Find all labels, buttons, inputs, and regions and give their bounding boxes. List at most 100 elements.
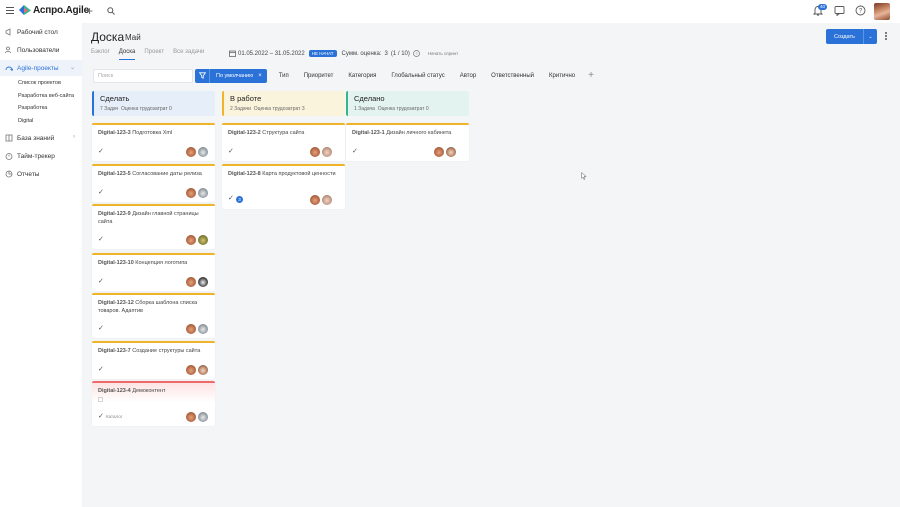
column-header: Сделано 1 Задача Оценка трудозатрат 0 — [346, 91, 469, 116]
avatar — [186, 235, 196, 245]
check-icon: ✓ — [352, 148, 358, 155]
sidebar-subitem-website[interactable]: Разработка веб-сайта — [18, 93, 74, 99]
add-filter-icon[interactable]: + — [588, 70, 594, 81]
task-card[interactable]: Digital-123-2 Структура сайта ✓ — [222, 123, 345, 161]
task-title: Согласование даты релиза — [132, 171, 202, 177]
check-icon: ✓ — [98, 413, 104, 420]
column-header: В работе 2 Задачи Оценка трудозатрат 3 — [222, 91, 345, 116]
filter-critical[interactable]: Критично — [546, 73, 578, 79]
column-meta: 1 Задача Оценка трудозатрат 0 — [354, 106, 469, 112]
close-icon[interactable]: × — [258, 73, 262, 79]
tab-backlog[interactable]: Бэклог — [91, 49, 110, 60]
filter-assignee[interactable]: Ответственный — [488, 73, 537, 79]
column-meta: 7 Задач Оценка трудозатрат 0 — [100, 106, 215, 112]
filter-global-status[interactable]: Глобальный статус — [388, 73, 447, 79]
task-key: Digital-123-2 — [228, 130, 261, 136]
sidebar-item-timetracker[interactable]: Тайм-трекер — [0, 148, 82, 164]
task-card[interactable]: Digital-123-8 Карта продуктовой ценности… — [222, 164, 345, 209]
sidebar-item-label: Отчеты — [17, 170, 40, 178]
avatar — [186, 277, 196, 287]
sidebar-subitem-development[interactable]: Разработка — [18, 105, 47, 111]
sidebar-subitem-projects[interactable]: Список проектов — [18, 80, 61, 86]
task-card[interactable]: Digital-123-9 Дизайн главной страницы са… — [92, 204, 215, 249]
book-icon — [5, 134, 13, 142]
filter-icon[interactable] — [195, 68, 209, 83]
add-icon[interactable]: + — [86, 4, 93, 18]
main-area: Доска Май Бэклог Доска Проект Все задачи… — [82, 23, 900, 507]
info-icon[interactable]: ? — [413, 50, 420, 57]
card-text: Digital-123-5 Согласование даты релиза — [98, 171, 210, 179]
check-icon: ✓ — [228, 195, 234, 202]
mouse-cursor-icon — [581, 172, 587, 180]
chevron-right-icon[interactable]: › — [73, 134, 75, 140]
tab-board[interactable]: Доска — [118, 49, 136, 60]
task-card[interactable]: Digital-123-5 Согласование даты релиза ✓ — [92, 164, 215, 202]
avatar — [310, 195, 320, 205]
search-icon[interactable] — [107, 7, 115, 15]
card-text: Digital-123-7 Создание структуры сайта — [98, 348, 210, 356]
help-icon[interactable]: ? — [855, 5, 866, 16]
default-filter-chip[interactable]: По умолчанию × — [209, 68, 267, 83]
task-card[interactable]: Digital-123-1 Дизайн личного кабинета ✓ — [346, 123, 469, 161]
app-logo[interactable]: Аспро.Agile — [19, 5, 89, 16]
column-title: В работе — [230, 94, 262, 103]
column-estimate: Оценка трудозатрат 0 — [377, 106, 429, 112]
avatar — [186, 324, 196, 334]
sidebar-item-agile[interactable]: Agile-проекты ⌄ — [0, 60, 82, 76]
sidebar-item-label: Agile-проекты — [17, 64, 59, 72]
chevron-down-icon[interactable]: ⌄ — [70, 64, 75, 71]
filter-category[interactable]: Категория — [345, 73, 379, 79]
filter-type[interactable]: Тип — [276, 73, 292, 79]
users-icon — [5, 46, 13, 54]
chevron-down-icon[interactable]: ⌄ — [864, 29, 877, 44]
sidebar-subitem-digital[interactable]: Digital — [18, 118, 33, 124]
card-text: Digital-123-12 Сборка шаблона списка тов… — [98, 300, 210, 315]
sidebar-item-knowledge[interactable]: База знаний › — [0, 130, 82, 146]
task-card[interactable]: Digital-123-7 Создание структуры сайта ✓ — [92, 341, 215, 379]
card-text: Digital-123-8 Карта продуктовой ценности — [228, 171, 340, 179]
avatar — [198, 147, 208, 157]
tab-all-tasks[interactable]: Все задачи — [173, 49, 204, 60]
task-card[interactable]: Digital-123-4 Демоконтент ✓ Каталог — [92, 381, 215, 426]
sidebar-item-reports[interactable]: Отчеты — [0, 166, 82, 182]
task-card[interactable]: Digital-123-10 Концепция логотипа ✓ — [92, 253, 215, 291]
avatar — [186, 365, 196, 375]
avatar — [322, 147, 332, 157]
avatar — [186, 147, 196, 157]
subtask-count-badge: 3 — [236, 196, 243, 203]
search-input[interactable]: Поиск — [93, 68, 193, 83]
timer-icon — [5, 152, 13, 160]
column-title: Сделано — [354, 94, 385, 103]
task-key: Digital-123-5 — [98, 171, 131, 177]
filter-author[interactable]: Автор — [457, 73, 479, 79]
task-key: Digital-123-10 — [98, 260, 134, 266]
status-badge: НЕ НАЧАТ — [308, 50, 337, 57]
avatar — [310, 147, 320, 157]
sidebar-item-desktop[interactable]: Рабочий стол — [0, 24, 82, 40]
task-card[interactable]: Digital-123-12 Сборка шаблона списка тов… — [92, 293, 215, 338]
task-title: Создание структуры сайта — [132, 348, 201, 354]
column-in-progress: В работе 2 Задачи Оценка трудозатрат 3 D… — [222, 91, 345, 211]
check-icon: ✓ — [98, 366, 104, 373]
create-button-label: Создать — [826, 29, 864, 44]
filter-priority[interactable]: Приоритет — [301, 73, 337, 79]
chat-icon[interactable] — [834, 5, 845, 16]
check-icon: ✓ — [98, 236, 104, 243]
task-key: Digital-123-8 — [228, 171, 261, 177]
avatar — [186, 412, 196, 422]
tabs: Бэклог Доска Проект Все задачи — [91, 49, 213, 60]
task-card[interactable]: Digital-123-3 Подготовка Xml ✓ — [92, 123, 215, 161]
check-icon: ✓ — [98, 189, 104, 196]
sidebar-item-label: Пользователи — [17, 46, 60, 54]
user-avatar[interactable] — [874, 3, 890, 20]
tab-project[interactable]: Проект — [144, 49, 164, 60]
start-sprint-link[interactable]: Начать спринт — [428, 51, 458, 56]
card-text: Digital-123-4 Демоконтент — [98, 388, 210, 396]
menu-icon[interactable] — [6, 7, 14, 15]
sidebar-item-users[interactable]: Пользователи — [0, 42, 82, 58]
check-icon: ✓ — [98, 148, 104, 155]
more-options-icon[interactable] — [885, 32, 888, 42]
sum-detail: (1 / 10) — [390, 50, 410, 57]
create-button[interactable]: Создать ⌄ — [826, 29, 877, 44]
reports-icon — [5, 170, 13, 178]
